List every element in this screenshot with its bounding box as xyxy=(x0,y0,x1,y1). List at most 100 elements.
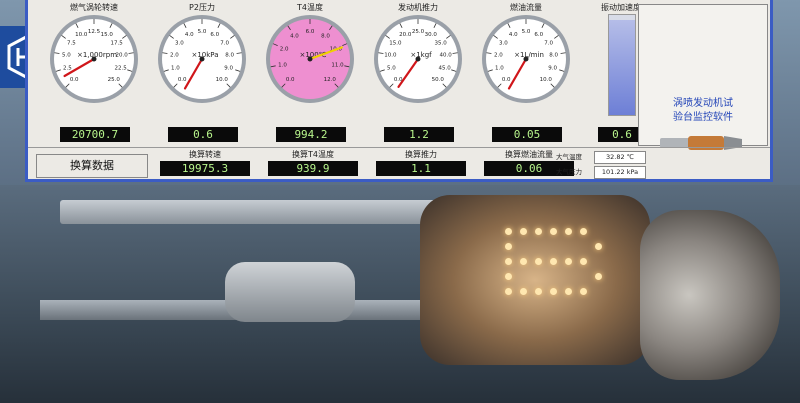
gauge-tick-label: 30.0 xyxy=(425,32,438,38)
gauge-tick-label: 0.0 xyxy=(286,77,295,83)
gauge-4: 发动机推力 0.0 5.0 10.0 15.0 20.0 25.0 30.0 35.0 40.0 4… xyxy=(366,2,470,142)
gauge-tick-label: 1.0 xyxy=(171,66,180,72)
gauge-title: 燃气涡轮转速 xyxy=(70,3,118,12)
gauge-tick-label: 25.0 xyxy=(108,77,121,83)
gauge-title: P2压力 xyxy=(189,3,215,12)
vibration-bar-fill xyxy=(609,20,635,115)
gauge-hub xyxy=(91,56,97,62)
gauge-readout: 0.05 xyxy=(492,127,562,142)
conversion-label: 换算数据 xyxy=(36,154,148,178)
gauge-unit: ×10kPa xyxy=(191,51,218,59)
glow-point xyxy=(520,258,527,265)
gauge-dial: 0.0 1.0 2.0 3.04.0 5.06.07.0 8.0 9.0 10.0 ×1L/mi… xyxy=(482,15,570,103)
glow-point xyxy=(535,258,542,265)
conversion-cell: 换算T4温度 939.9 xyxy=(258,148,368,180)
gauge-tick-label: 3.0 xyxy=(175,41,184,47)
conversion-readout: 19975.3 xyxy=(160,161,250,176)
glow-point xyxy=(505,243,512,250)
bench-rail xyxy=(60,200,440,224)
glow-point xyxy=(595,273,602,280)
conversion-title: 换算转速 xyxy=(189,150,221,159)
glow-point xyxy=(580,258,587,265)
gauge-tick-label: 4.0 xyxy=(509,32,518,38)
gauge-tick-label: 6.0 xyxy=(534,32,543,38)
glow-point xyxy=(505,228,512,235)
app-title: 涡喷发动机试 验台监控软件 xyxy=(645,97,761,125)
glow-point xyxy=(505,288,512,295)
conversion-cell: 换算推力 1.1 xyxy=(366,148,476,180)
glow-point xyxy=(565,258,572,265)
gauge-tick-label: 4.0 xyxy=(290,34,299,40)
gauge-tick-label: 6.0 xyxy=(306,29,315,35)
gauge-tick-label: 10.0 xyxy=(216,77,229,83)
gauge-tick-label: 0.0 xyxy=(178,77,187,83)
app-title-box: 涡喷发动机试 验台监控软件 xyxy=(638,4,768,146)
gauge-title: 发动机推力 xyxy=(398,3,438,12)
monitor-panel: 燃气涡轮转速 0.0 2.5 5.0 7.5 10.0 12.5 15.0 17.5 20.0 22… xyxy=(25,0,773,182)
conversion-strip: 换算数据 换算转速 19975.3 换算T4温度 939.9 换算推力 1.1 换算燃油流量… xyxy=(28,147,770,180)
glow-point xyxy=(580,228,587,235)
gauge-tick-label: 0.0 xyxy=(70,77,79,83)
glow-point xyxy=(550,258,557,265)
gauge-2: P2压力 0.0 1.0 2.0 3.0 4.0 5.0 6.0 7.0 8.0 9.0 10.0 ×1… xyxy=(150,2,254,142)
gauge-tick-label: 1.0 xyxy=(278,62,287,68)
gauge-tick-label: 12.0 xyxy=(324,77,337,83)
ambient-pressure: 大气压力 101.22 kPa xyxy=(556,166,656,179)
gauge-tick-label: 20.0 xyxy=(399,32,412,38)
gauge-tick-label: 5.0 xyxy=(522,29,531,35)
gauge-5: 燃油流量 0.0 1.0 2.0 3.0 4.0 5.0 6.0 7.0 8.0 9.0 10.0 ×1… xyxy=(474,2,578,142)
gauge-dial: 0.0 1.0 2.0 3.04.0 5.06.07.0 8.0 9.0 10.0 ×10kPa xyxy=(158,15,246,103)
gauge-readout: 1.2 xyxy=(384,127,454,142)
gauge-tick-label: 10.0 xyxy=(75,32,88,38)
gauge-tick-label: 8.0 xyxy=(225,53,234,59)
gauge-tick-label: 8.0 xyxy=(321,34,330,40)
gauge-tick-label: 50.0 xyxy=(432,77,445,83)
gauge-hub xyxy=(415,56,421,62)
gauge-tick-label: 7.0 xyxy=(220,41,229,47)
conversion-cell: 换算转速 19975.3 xyxy=(150,148,260,180)
ambient-pressure-label: 大气压力 xyxy=(556,168,582,176)
glow-point xyxy=(565,288,572,295)
gauge-tick-label: 5.0 xyxy=(62,53,71,59)
gauge-tick-label: 4.0 xyxy=(185,32,194,38)
gauge-tick-label: 2.0 xyxy=(170,53,179,59)
gauge-hub xyxy=(523,56,529,62)
gauge-tick-label: 5.0 xyxy=(387,66,396,72)
gauge-tick-label: 45.0 xyxy=(439,66,452,72)
gauge-tick-label: 2.5 xyxy=(63,66,72,72)
gauge-tick-label: 25.0 xyxy=(412,29,425,35)
glow-point xyxy=(550,228,557,235)
gauge-tick-label: 1.0 xyxy=(495,66,504,72)
glow-point xyxy=(505,273,512,280)
gauge-tick-label: 0.0 xyxy=(502,77,511,83)
gauge-readout: 0.6 xyxy=(168,127,238,142)
glow-point xyxy=(580,288,587,295)
gauge-1: 燃气涡轮转速 0.0 2.5 5.0 7.5 10.0 12.5 15.0 17.5 20.0 22… xyxy=(42,2,146,142)
glow-point xyxy=(520,228,527,235)
gauge-tick-label: 8.0 xyxy=(549,53,558,59)
gauge-tick-label: 40.0 xyxy=(440,53,453,59)
gauge-tick-label: 15.0 xyxy=(101,32,114,38)
glow-point xyxy=(550,288,557,295)
gauge-tick-label: 2.0 xyxy=(280,46,289,52)
glow-point xyxy=(595,243,602,250)
gauge-unit: ×1L/min xyxy=(514,51,544,59)
gauge-tick-label: 9.0 xyxy=(224,66,233,72)
gauge-tick-label: 3.0 xyxy=(499,41,508,47)
gauge-hub xyxy=(307,56,313,62)
ambient-temperature-label: 大气温度 xyxy=(556,153,582,161)
gauge-dial: 0.0 2.5 5.0 7.5 10.012.515.0 17.5 20.0 22.5 25.0… xyxy=(50,15,138,103)
engine-nozzle xyxy=(640,210,780,380)
glow-point xyxy=(520,288,527,295)
gauge-tick-label: 10.0 xyxy=(540,77,553,83)
gauge-unit: ×1kgf xyxy=(410,51,432,59)
gauge-tick-label: 22.5 xyxy=(115,66,128,72)
vibration-bar-track xyxy=(608,14,636,116)
engine-combustor xyxy=(420,195,650,365)
gauge-tick-label: 17.5 xyxy=(111,41,124,47)
glow-point xyxy=(505,258,512,265)
gauge-title: T4温度 xyxy=(297,3,323,12)
ambient-temperature: 大气温度 32.82 ℃ xyxy=(556,151,656,164)
gauge-title: 燃油流量 xyxy=(510,3,542,12)
glow-point xyxy=(565,228,572,235)
